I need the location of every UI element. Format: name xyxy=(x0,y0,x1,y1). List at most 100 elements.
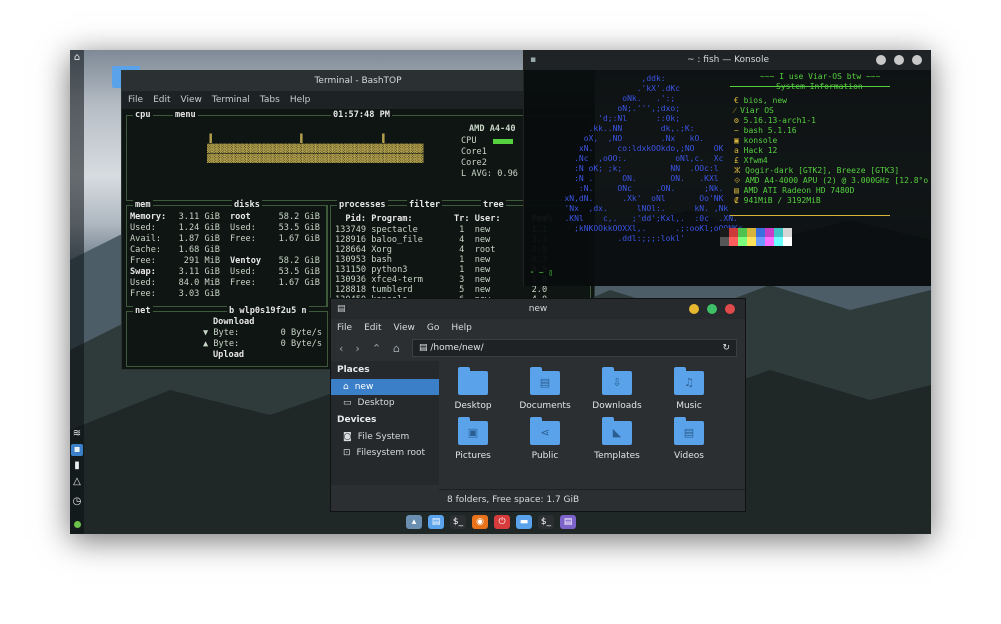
status-dot-icon[interactable] xyxy=(71,520,83,532)
folder-videos[interactable]: ▤ Videos xyxy=(659,417,719,461)
device-file-system[interactable]: ◙ File System xyxy=(331,429,439,445)
ascii-line: .'kX'.dKc xyxy=(550,84,681,93)
monitor-icon[interactable]: ▴ xyxy=(406,515,422,529)
folder-public[interactable]: ⋖ Public xyxy=(515,417,575,461)
info-text: Qogir-dark [GTK2], Breeze [GTK3] xyxy=(745,166,900,175)
power-icon[interactable]: ⏻ xyxy=(494,515,510,529)
konsole-close-button[interactable] xyxy=(912,55,922,65)
file-manager-window[interactable]: ▤ new File Edit View Go Help ‹ › ⌃ ⌂ ▤ /… xyxy=(330,298,746,512)
terminal-icon[interactable]: $_ xyxy=(450,515,466,529)
places-heading: Places xyxy=(337,365,370,375)
disk-row: Used: 53.5 GiB xyxy=(230,223,320,233)
konsole-minimize-button[interactable] xyxy=(876,55,886,65)
file-manager-title: new xyxy=(528,304,548,314)
fm-menu-edit[interactable]: Edit xyxy=(364,323,381,333)
process-row[interactable]: 130953 bash 1 new 0.3 xyxy=(335,255,547,265)
forward-icon[interactable]: › xyxy=(355,342,359,355)
back-icon[interactable]: ‹ xyxy=(339,342,343,355)
folder-label: Videos xyxy=(674,451,704,461)
info-icon: a xyxy=(734,146,744,155)
refresh-icon[interactable]: ↻ xyxy=(722,340,730,356)
wifi-icon[interactable]: ≋ xyxy=(71,428,83,440)
fm-menu-go[interactable]: Go xyxy=(427,323,439,333)
folder-music[interactable]: ♫ Music xyxy=(659,367,719,411)
templates-folder-icon: ◣ xyxy=(602,417,632,445)
firefox-icon[interactable]: ◉ xyxy=(472,515,488,529)
folder-icon[interactable]: ▤ xyxy=(428,515,444,529)
processes-header: Pid: Program: Tr: User: Mem% xyxy=(335,214,553,224)
menu-icon[interactable]: ⌂ xyxy=(71,52,83,64)
process-row[interactable]: 128818 tumblerd 5 new 2.0 xyxy=(335,285,547,295)
device-root-label: Filesystem root xyxy=(356,448,426,458)
color-swatch xyxy=(738,237,747,246)
menu-help[interactable]: Help xyxy=(290,95,311,105)
path-folder-icon: ▤ xyxy=(419,343,431,353)
konsole-maximize-button[interactable] xyxy=(894,55,904,65)
process-row[interactable]: 131150 python3 1 new 0.5 xyxy=(335,265,547,275)
fm-close-button[interactable] xyxy=(725,304,735,314)
processes-tree[interactable]: tree xyxy=(481,200,506,210)
mem-row: Avail: 1.87 GiB xyxy=(130,234,220,244)
mem-row-value: 1.24 GiB xyxy=(178,223,220,233)
desktop-icon: ▭ xyxy=(343,398,352,408)
app-icon[interactable]: ▪ xyxy=(71,444,83,456)
fm-menu-view[interactable]: View xyxy=(394,323,415,333)
bell-icon[interactable]: △ xyxy=(71,476,83,488)
fm-maximize-button[interactable] xyxy=(707,304,717,314)
info-icon: ▤ xyxy=(734,186,744,195)
cpu-history-graph-row3: ▓▓▓▓▓▓▓▓▓▓▓▓▓▓▓▓▓▓▓▓▓▓▓▓▓▓▓▓▓▓▓▓▓▓▓▓▓▓▓▓… xyxy=(207,154,423,163)
place-desktop[interactable]: ▭ Desktop xyxy=(331,395,439,411)
files-icon[interactable]: ▤ xyxy=(560,515,576,529)
menu-view[interactable]: View xyxy=(181,95,202,105)
cpu-row-core1: Core1 xyxy=(461,147,487,157)
process-row[interactable]: 133749 spectacle 1 new 1.1 xyxy=(335,225,547,235)
mem-row-label: Avail: xyxy=(130,234,162,244)
folder-desktop[interactable]: Desktop xyxy=(443,367,503,411)
battery-icon[interactable]: ▮ xyxy=(71,460,83,472)
file-manager-titlebar[interactable]: ▤ new xyxy=(331,299,745,319)
menu-edit[interactable]: Edit xyxy=(153,95,170,105)
fm-menu-file[interactable]: File xyxy=(337,323,352,333)
disk-row: Ventoy 58.2 GiB xyxy=(230,256,320,266)
folder-downloads[interactable]: ⇩ Downloads xyxy=(587,367,647,411)
menu-tabs[interactable]: Tabs xyxy=(260,95,280,105)
file-manager-menubar: File Edit View Go Help xyxy=(331,319,745,337)
fm-minimize-button[interactable] xyxy=(689,304,699,314)
folder-documents[interactable]: ▤ Documents xyxy=(515,367,575,411)
disk-row-value: 58.2 GiB xyxy=(278,212,320,222)
konsole-titlebar[interactable]: ▪ ~ : fish — Konsole xyxy=(524,50,931,70)
disk-row-value: 1.67 GiB xyxy=(278,278,320,288)
cpu-history-graph: ▐ ▐ ▐ xyxy=(207,134,384,143)
mem-row: Swap: 3.11 GiB xyxy=(130,267,220,277)
info-icon: ▣ xyxy=(734,136,744,145)
folder-templates[interactable]: ◣ Templates xyxy=(587,417,647,461)
menu-terminal[interactable]: Terminal xyxy=(212,95,250,105)
konsole-window[interactable]: ▪ ~ : fish — Konsole ,ddk: .'kX'.dKc oNk… xyxy=(523,50,931,286)
path-bar[interactable]: ▤ /home/new/ ↻ xyxy=(412,339,737,357)
fm-menu-help[interactable]: Help xyxy=(451,323,472,333)
ascii-line: ;kNKOOkkOOXXl,. .;:ooKl;oOONKc. xyxy=(550,224,748,233)
cpu-menu-label[interactable]: menu xyxy=(173,110,198,120)
menu-file[interactable]: File xyxy=(128,95,143,105)
clock-icon[interactable]: ◷ xyxy=(71,496,83,508)
konsole-icon[interactable]: $_ xyxy=(538,515,554,529)
mem-row-value: 291 MiB xyxy=(183,256,220,266)
mem-row: Used: 84.0 MiB xyxy=(130,278,220,288)
ascii-line: oX, ,NO .Nx kO. xyxy=(550,134,705,143)
file-manager-icon[interactable]: ▬ xyxy=(516,515,532,529)
place-new[interactable]: ⌂ new xyxy=(331,379,439,395)
process-row[interactable]: 128916 baloo_file 4 new 3.3 xyxy=(335,235,547,245)
process-row[interactable]: 128664 Xorg 4 root 2.9 xyxy=(335,245,547,255)
shell-prompt[interactable]: ⁃ ~ ▯ xyxy=(530,268,553,277)
music-folder-icon: ♫ xyxy=(674,367,704,395)
device-filesystem-root[interactable]: ⊡ Filesystem root xyxy=(331,445,439,461)
folder-pictures[interactable]: ▣ Pictures xyxy=(443,417,503,461)
devices-heading: Devices xyxy=(337,415,377,425)
folder-label: Pictures xyxy=(455,451,491,461)
net-interface[interactable]: b wlp0s19f2u5 n xyxy=(227,306,309,316)
processes-filter[interactable]: filter xyxy=(407,200,443,210)
up-icon[interactable]: ⌃ xyxy=(372,342,381,355)
process-row[interactable]: 130936 xfce4-term 3 new 1.8 xyxy=(335,275,547,285)
cpu-row-core2: Core2 xyxy=(461,158,487,168)
home-icon[interactable]: ⌂ xyxy=(393,342,400,355)
